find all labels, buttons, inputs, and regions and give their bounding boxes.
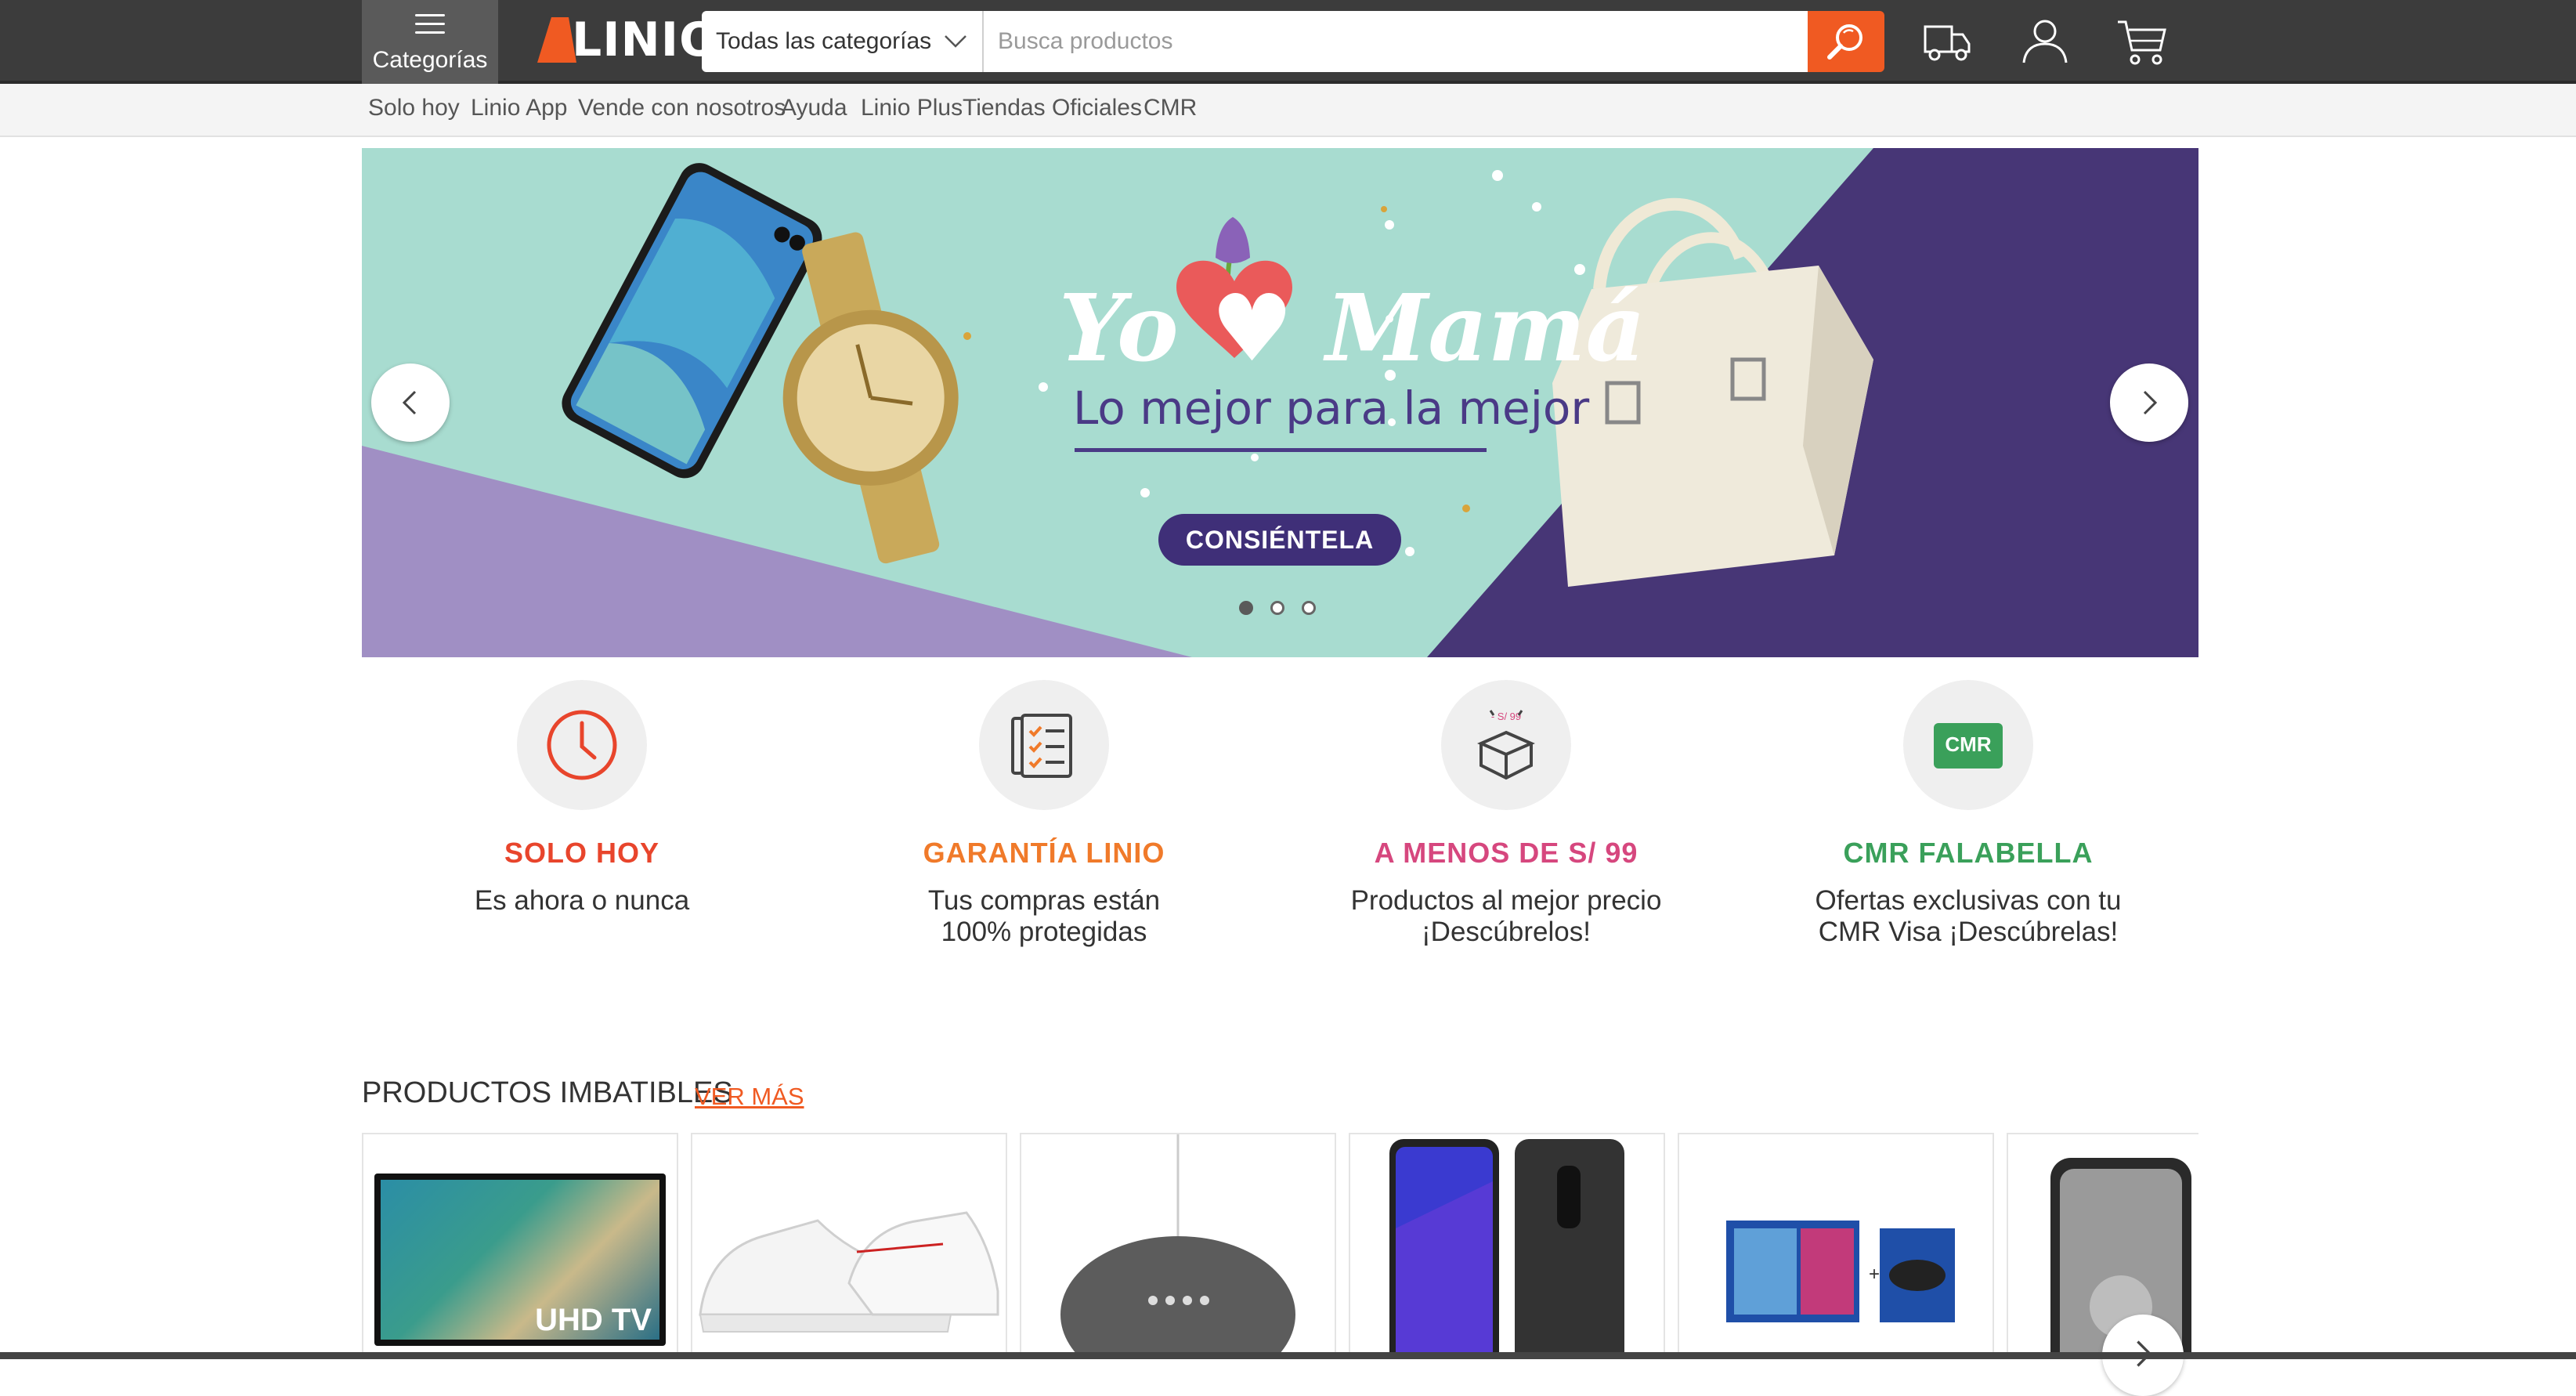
product-card-phone[interactable] (1349, 1133, 1665, 1359)
clock-icon (547, 710, 617, 780)
delivery-truck-icon[interactable] (1920, 14, 1975, 69)
products-section-title: PRODUCTOS IMBATIBLES (362, 1076, 733, 1109)
hamburger-icon (415, 14, 445, 34)
feature-title: CMR FALABELLA (1843, 837, 2094, 869)
product-card-sneakers[interactable] (691, 1133, 1007, 1359)
nav-link-cmr[interactable]: CMR (1143, 95, 1197, 121)
feature-icon-circle: - S/ 99 (1441, 680, 1571, 810)
carousel-next-button[interactable] (2110, 363, 2188, 442)
carousel-dot-1[interactable] (1239, 601, 1253, 615)
carousel-prev-button[interactable] (371, 363, 450, 442)
chevron-down-icon (945, 35, 966, 48)
game-console-image: + (1726, 1221, 1955, 1322)
feature-desc: Es ahora o nunca (474, 885, 690, 916)
nav-link-ayuda[interactable]: Ayuda (781, 95, 847, 121)
user-account-icon[interactable] (2018, 14, 2072, 69)
banner-underline (1075, 448, 1487, 452)
banner-subtitle: Lo mejor para la mejor (1073, 382, 1590, 435)
hero-banner[interactable]: Yo ♥ Mamá Lo mejor para la mejor CONSIÉN… (362, 148, 2198, 657)
cmr-card-icon: CMR (1934, 723, 2003, 769)
feature-icon-circle (517, 680, 647, 810)
carousel-dot-2[interactable] (1270, 601, 1284, 615)
shopping-cart-icon[interactable] (2115, 14, 2170, 69)
feature-icon-circle (979, 680, 1109, 810)
ver-mas-link[interactable]: VER MÁS (695, 1083, 804, 1111)
smartphone-image (1389, 1139, 1624, 1359)
chevron-right-icon (2143, 390, 2158, 415)
feature-title: A MENOS DE S/ 99 (1374, 837, 1638, 869)
sneakers-image (699, 1211, 999, 1333)
nav-link-vende[interactable]: Vende con nosotros (578, 95, 786, 121)
nav-link-tiendas-oficiales[interactable]: Tiendas Oficiales (963, 95, 1142, 121)
category-select-value: Todas las categorías (716, 28, 932, 54)
smart-speaker-image (1060, 1134, 1295, 1359)
categories-label: Categorías (372, 47, 488, 73)
search-icon (1827, 24, 1862, 60)
banner-title: Yo ♥ Mamá (1059, 273, 1646, 382)
secondary-nav: Solo hoy Linio App Vende con nosotros Ay… (0, 84, 2576, 137)
cmr-card-label: CMR (1945, 732, 1991, 756)
chevron-left-icon (402, 390, 417, 415)
banner-cta-button[interactable]: CONSIÉNTELA (1158, 514, 1401, 566)
category-select[interactable]: Todas las categorías (702, 11, 984, 72)
feature-title: GARANTÍA LINIO (923, 837, 1165, 869)
product-card-tv[interactable]: UHD TV (362, 1133, 678, 1359)
product-carousel: UHD TV + (362, 1133, 2198, 1359)
feature-icon-circle: CMR (1903, 680, 2033, 810)
product-card-console[interactable]: + (1678, 1133, 1994, 1359)
nav-link-linio-plus[interactable]: Linio Plus (861, 95, 963, 121)
product-label: UHD TV (535, 1303, 652, 1337)
top-header: Categorías LINIO Todas las categorías (0, 0, 2576, 84)
nav-link-linio-app[interactable]: Linio App (471, 95, 567, 121)
feature-title: SOLO HOY (504, 837, 660, 869)
checklist-icon (1011, 714, 1072, 778)
svg-text:+: + (1869, 1264, 1880, 1285)
product-card-speaker[interactable] (1020, 1133, 1336, 1359)
product-image-tv: UHD TV (374, 1174, 666, 1346)
search-input[interactable] (984, 11, 1808, 72)
carousel-dot-3[interactable] (1302, 601, 1316, 615)
box-icon-label: - S/ 99 (1491, 711, 1521, 722)
feature-desc: Ofertas exclusivas con tu CMR Visa ¡Desc… (1815, 885, 2122, 947)
feature-desc: Tus compras están 100% protegidas (927, 885, 1161, 947)
box-icon: - S/ 99 (1477, 710, 1535, 780)
page-bottom-edge (0, 1352, 2576, 1359)
search-button[interactable] (1808, 11, 1884, 72)
logo-text: LINIO (572, 13, 721, 67)
categories-menu-button[interactable]: Categorías (362, 0, 498, 84)
nav-link-solo-hoy[interactable]: Solo hoy (368, 95, 460, 121)
feature-desc: Productos al mejor precio ¡Descúbrelos! (1350, 885, 1662, 947)
